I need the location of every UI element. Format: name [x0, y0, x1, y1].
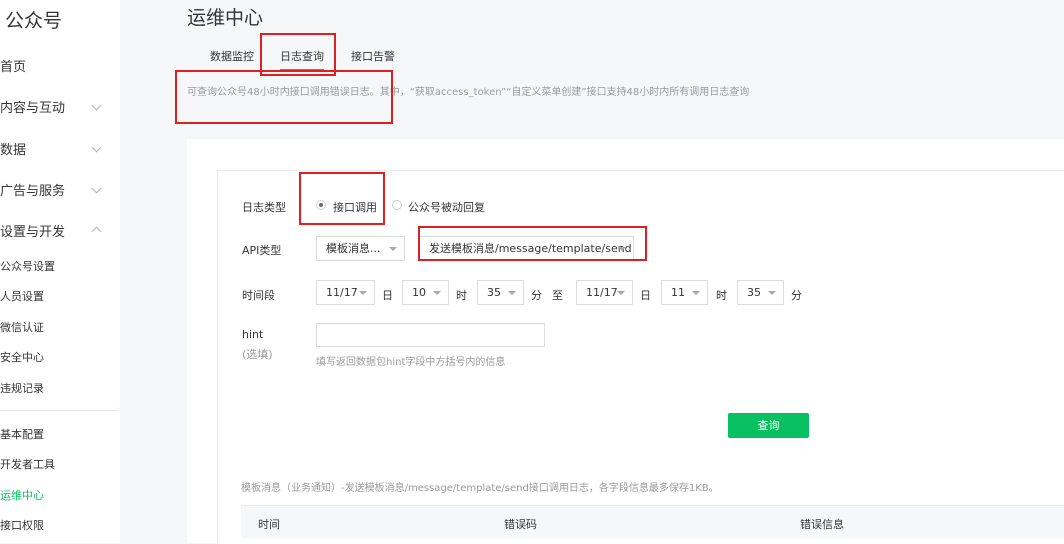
- hour-unit-label: 时: [456, 289, 467, 302]
- sidebar-subitem-ops-center[interactable]: 运维中心: [0, 487, 44, 503]
- to-hour-select[interactable]: 11: [661, 280, 708, 305]
- sidebar-item-label: 数据: [0, 143, 27, 158]
- brand-title: 公众号: [5, 10, 63, 32]
- annotation-box-log-type: [299, 172, 385, 225]
- to-hour-value: 11: [671, 286, 685, 299]
- sidebar-subitem-violations[interactable]: 违规记录: [0, 380, 44, 396]
- sidebar-item-data[interactable]: 数据: [0, 139, 26, 158]
- sidebar-subitem-verification[interactable]: 微信认证: [0, 319, 44, 335]
- caret-down-icon: [768, 291, 776, 295]
- chevron-down-icon[interactable]: [91, 183, 102, 194]
- api-category-value: 模板消息...: [326, 242, 381, 255]
- log-type-label: 日志类型: [242, 201, 286, 214]
- query-button[interactable]: 查询: [728, 413, 809, 438]
- sidebar-item-label: 设置与开发: [0, 225, 66, 240]
- annotation-box-description: [175, 70, 393, 124]
- annotation-box-api-select: [418, 226, 647, 261]
- column-header-error-message: 错误信息: [800, 518, 844, 531]
- from-date-value: 11/17: [326, 286, 358, 299]
- day-unit-label: 日: [382, 289, 393, 302]
- sidebar-subitem-account-settings[interactable]: 公众号设置: [0, 258, 55, 274]
- sidebar-subitem-security-center[interactable]: 安全中心: [0, 349, 44, 365]
- sidebar-item-label: 广告与服务: [0, 184, 66, 199]
- from-hour-value: 10: [412, 286, 426, 299]
- hint-optional-label: (选填): [242, 348, 273, 361]
- log-table-header: 时间 错误码 错误信息: [241, 505, 1064, 538]
- hint-input[interactable]: [316, 323, 545, 347]
- tab-api-alert[interactable]: 接口告警: [351, 48, 395, 64]
- from-minute-select[interactable]: 35: [477, 280, 524, 305]
- sidebar-item-label: 内容与互动: [0, 101, 66, 116]
- chevron-down-icon[interactable]: [91, 100, 102, 111]
- radio-passive-reply[interactable]: [392, 200, 402, 210]
- api-type-label: API类型: [242, 244, 282, 257]
- minute-unit-label: 分: [531, 289, 542, 302]
- from-minute-value: 35: [487, 286, 501, 299]
- chevron-up-icon[interactable]: [91, 226, 102, 237]
- table-caption: 模板消息（业务通知）-发送模板消息/message/template/send接…: [241, 483, 719, 494]
- caret-down-icon: [359, 291, 367, 295]
- sidebar-subitem-basic-config[interactable]: 基本配置: [0, 426, 44, 442]
- sidebar-subitem-api-permissions[interactable]: 接口权限: [0, 517, 44, 533]
- caret-down-icon: [692, 291, 700, 295]
- hour-unit-label: 时: [716, 289, 727, 302]
- tab-data-monitor[interactable]: 数据监控: [210, 48, 254, 64]
- api-category-select[interactable]: 模板消息...: [316, 236, 405, 261]
- from-date-select[interactable]: 11/17: [316, 280, 375, 305]
- to-minute-value: 35: [747, 286, 761, 299]
- to-date-select[interactable]: 11/17: [576, 280, 633, 305]
- sidebar: 公众号 首页 内容与互动 数据 广告与服务 设置与开发 公众号设置 人员设置 微…: [0, 0, 120, 543]
- to-date-value: 11/17: [586, 286, 618, 299]
- from-hour-select[interactable]: 10: [402, 280, 449, 305]
- sidebar-subitem-staff-settings[interactable]: 人员设置: [0, 288, 44, 304]
- column-header-error-code: 错误码: [504, 518, 537, 531]
- hint-label: hint: [242, 328, 264, 341]
- sidebar-item-ads[interactable]: 广告与服务: [0, 180, 65, 199]
- sidebar-item-content[interactable]: 内容与互动: [0, 97, 65, 116]
- radio-passive-reply-label[interactable]: 公众号被动回复: [408, 199, 485, 215]
- caret-down-icon: [433, 291, 441, 295]
- sidebar-item-settings-dev[interactable]: 设置与开发: [0, 221, 65, 240]
- column-header-time: 时间: [258, 518, 280, 531]
- hint-help-text: 填写返回数据包hint字段中方括号内的信息: [316, 357, 506, 368]
- sidebar-item-home[interactable]: 首页: [0, 56, 26, 75]
- caret-down-icon: [508, 291, 516, 295]
- day-unit-label: 日: [640, 289, 651, 302]
- to-separator-label: 至: [552, 289, 563, 302]
- time-range-label: 时间段: [242, 289, 275, 302]
- page-title: 运维中心: [187, 7, 264, 29]
- chevron-down-icon[interactable]: [91, 142, 102, 153]
- sidebar-divider: [0, 410, 118, 411]
- to-minute-select[interactable]: 35: [737, 280, 784, 305]
- caret-down-icon: [617, 291, 625, 295]
- minute-unit-label: 分: [791, 289, 802, 302]
- caret-down-icon: [389, 247, 397, 251]
- sidebar-subitem-dev-tools[interactable]: 开发者工具: [0, 456, 55, 472]
